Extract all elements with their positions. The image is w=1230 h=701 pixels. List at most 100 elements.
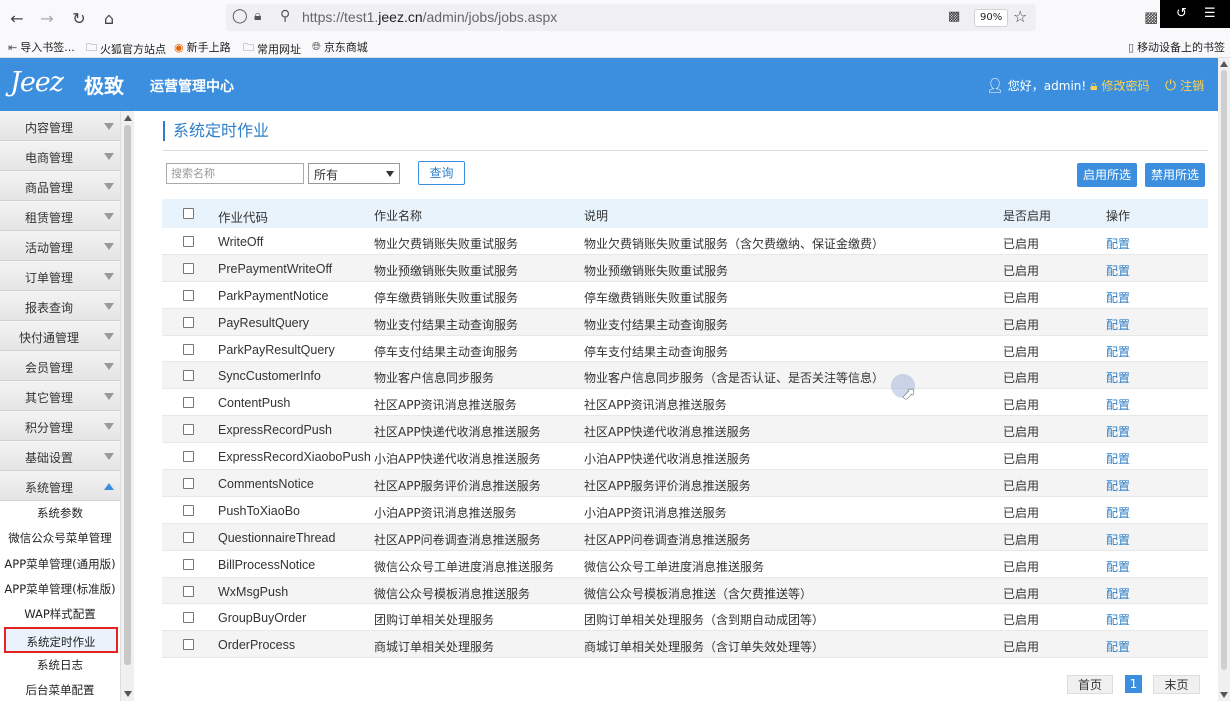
row-checkbox[interactable] bbox=[183, 424, 194, 436]
row-checkbox[interactable] bbox=[183, 397, 194, 409]
row-checkbox[interactable] bbox=[183, 370, 194, 382]
forward-arrow-icon[interactable]: → bbox=[35, 6, 59, 30]
enable-selected-button[interactable]: 启用所选 bbox=[1077, 163, 1137, 187]
job-desc: 社区APP问卷调查消息推送服务 bbox=[584, 532, 751, 547]
chevron-down-icon bbox=[386, 171, 394, 177]
status-filter-select[interactable]: 所有 bbox=[308, 163, 400, 184]
change-password-link[interactable]: 🔒︎ 修改密码 bbox=[1090, 77, 1149, 94]
bookmark-getting-started[interactable]: ◉ 新手上路 bbox=[174, 39, 231, 55]
qr-code-icon[interactable]: ▩ bbox=[948, 9, 960, 24]
configure-link[interactable]: 配置 bbox=[1106, 450, 1130, 467]
row-checkbox[interactable] bbox=[183, 585, 194, 597]
sidebar-menu-item[interactable]: 其它管理 bbox=[0, 381, 120, 411]
page-scroll-thumb[interactable] bbox=[1221, 70, 1227, 670]
menu-icon[interactable]: ☰ bbox=[1204, 6, 1216, 21]
configure-link[interactable]: 配置 bbox=[1106, 504, 1130, 521]
configure-link[interactable]: 配置 bbox=[1106, 477, 1130, 494]
address-bar[interactable]: ◯︎ 🔒︎ ⚲ https://test1.jeez.cn/admin/jobs… bbox=[226, 4, 1036, 31]
sidebar-menu-item[interactable]: 基础设置 bbox=[0, 441, 120, 471]
sidebar-scroll-thumb[interactable] bbox=[124, 125, 131, 665]
configure-link[interactable]: 配置 bbox=[1106, 638, 1130, 655]
row-checkbox[interactable] bbox=[183, 262, 194, 274]
table-row: GroupBuyOrder 团购订单相关处理服务 团购订单相关处理服务（含到期自动成… bbox=[162, 604, 1208, 632]
shield-lock-icon[interactable]: ◯︎ bbox=[232, 8, 248, 24]
sidebar-sub-item[interactable]: 微信公众号菜单管理 bbox=[0, 526, 120, 551]
row-checkbox[interactable] bbox=[183, 504, 194, 516]
bookmark-firefox-site[interactable]: 🗀︎ 火狐官方站点 bbox=[86, 39, 166, 58]
sidebar-sub-item[interactable]: APP菜单管理(通用版) bbox=[0, 552, 120, 577]
configure-link[interactable]: 配置 bbox=[1106, 343, 1130, 360]
undo-icon[interactable]: ↺ bbox=[1176, 6, 1187, 21]
row-checkbox[interactable] bbox=[183, 451, 194, 463]
row-checkbox[interactable] bbox=[183, 531, 194, 543]
row-checkbox[interactable] bbox=[183, 289, 194, 301]
pager-first[interactable]: 首页 bbox=[1067, 675, 1113, 694]
lock-icon[interactable]: 🔒︎ bbox=[254, 8, 261, 24]
bookmark-import[interactable]: ⇤ 导入书签... bbox=[8, 39, 75, 55]
sidebar-menu-item[interactable]: 电商管理 bbox=[0, 141, 120, 171]
configure-link[interactable]: 配置 bbox=[1106, 396, 1130, 413]
row-checkbox[interactable] bbox=[183, 343, 194, 355]
job-desc: 小泊APP快递代收消息推送服务 bbox=[584, 452, 751, 467]
configure-link[interactable]: 配置 bbox=[1106, 423, 1130, 440]
logout-link[interactable]: ⏻ 注销 bbox=[1165, 77, 1204, 94]
bookmark-jd[interactable]: 🌐︎ 京东商城 bbox=[312, 39, 368, 55]
row-checkbox[interactable] bbox=[183, 236, 194, 247]
pager-current[interactable]: 1 bbox=[1125, 675, 1142, 693]
sidebar-menu-item[interactable]: 租赁管理 bbox=[0, 201, 120, 231]
sidebar-sub-item[interactable]: APP菜单管理(标准版) bbox=[0, 577, 120, 602]
configure-link[interactable]: 配置 bbox=[1106, 235, 1130, 252]
sidebar-menu-item[interactable]: 活动管理 bbox=[0, 231, 120, 261]
sidebar-menu-item[interactable]: 内容管理 bbox=[0, 111, 120, 141]
select-all-checkbox[interactable] bbox=[183, 208, 194, 219]
configure-link[interactable]: 配置 bbox=[1106, 289, 1130, 306]
home-icon[interactable]: ⌂ bbox=[97, 6, 121, 30]
configure-link[interactable]: 配置 bbox=[1106, 369, 1130, 386]
configure-link[interactable]: 配置 bbox=[1106, 611, 1130, 628]
sidebar-menu-item[interactable]: 会员管理 bbox=[0, 351, 120, 381]
sidebar-menu-item[interactable]: 积分管理 bbox=[0, 411, 120, 441]
row-checkbox[interactable] bbox=[183, 639, 194, 651]
search-input[interactable] bbox=[166, 163, 304, 184]
scroll-down-icon[interactable] bbox=[1220, 692, 1228, 698]
sidebar-menu-item[interactable]: 报表查询 bbox=[0, 291, 120, 321]
sidebar-menu-item[interactable]: 快付通管理 bbox=[0, 321, 120, 351]
sidebar-scrollbar[interactable] bbox=[121, 111, 134, 701]
row-checkbox[interactable] bbox=[183, 558, 194, 570]
sidebar-sub-item[interactable]: 后台菜单配置 bbox=[0, 678, 120, 701]
configure-link[interactable]: 配置 bbox=[1106, 585, 1130, 602]
page-scrollbar[interactable] bbox=[1218, 58, 1230, 701]
back-arrow-icon[interactable]: ← bbox=[5, 6, 29, 30]
sidebar-sub-item[interactable]: 系统定时作业 bbox=[4, 627, 118, 653]
query-button[interactable]: 查询 bbox=[418, 161, 465, 185]
scroll-down-icon[interactable] bbox=[124, 691, 132, 697]
zoom-level[interactable]: 90% bbox=[974, 9, 1009, 27]
sidebar-menu-item[interactable]: 订单管理 bbox=[0, 261, 120, 291]
row-checkbox[interactable] bbox=[183, 612, 194, 624]
job-enabled: 已启用 bbox=[1003, 586, 1040, 601]
sidebar-sub-item[interactable]: 系统日志 bbox=[0, 653, 120, 678]
reload-icon[interactable]: ↻ bbox=[67, 6, 91, 30]
pager-last[interactable]: 末页 bbox=[1153, 675, 1200, 694]
scroll-up-icon[interactable] bbox=[1220, 61, 1228, 67]
row-checkbox[interactable] bbox=[183, 478, 194, 490]
sidebar-sub-item[interactable]: WAP样式配置 bbox=[0, 602, 120, 627]
disable-selected-button[interactable]: 禁用所选 bbox=[1145, 163, 1205, 187]
job-code: QuestionnaireThread bbox=[218, 530, 336, 545]
configure-link[interactable]: 配置 bbox=[1106, 262, 1130, 279]
bookmark-common-sites[interactable]: 🗀︎ 常用网址 bbox=[243, 39, 301, 58]
sidebar-menu-item[interactable]: 商品管理 bbox=[0, 171, 120, 201]
permissions-key-icon[interactable]: ⚲ bbox=[280, 8, 290, 24]
job-enabled: 已启用 bbox=[1003, 479, 1040, 494]
bookmark-star-icon[interactable]: ☆ bbox=[1013, 7, 1027, 26]
configure-link[interactable]: 配置 bbox=[1106, 531, 1130, 548]
configure-link[interactable]: 配置 bbox=[1106, 558, 1130, 575]
bookmark-mobile[interactable]: ▯ 移动设备上的书签 bbox=[1128, 39, 1225, 55]
sidebar-sub-item[interactable]: 系统参数 bbox=[0, 501, 120, 526]
extension-icon[interactable]: ▩ bbox=[1144, 8, 1158, 26]
configure-link[interactable]: 配置 bbox=[1106, 316, 1130, 333]
row-checkbox[interactable] bbox=[183, 316, 194, 328]
url-text[interactable]: https://test1.jeez.cn/admin/jobs/jobs.as… bbox=[302, 9, 557, 25]
scroll-up-icon[interactable] bbox=[124, 115, 132, 121]
sidebar-menu-item-expanded[interactable]: 系统管理 bbox=[0, 471, 120, 501]
